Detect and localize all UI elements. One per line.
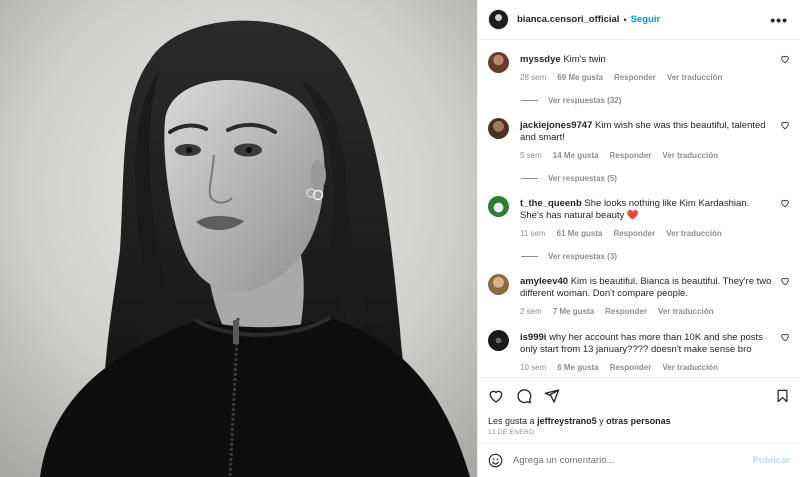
comment-input[interactable] (513, 455, 753, 466)
comment-item: is999i why her account has more than 10K… (488, 329, 790, 372)
comment-likes[interactable]: 14 Me gusta (553, 151, 599, 160)
add-comment-bar: Publicar (478, 443, 800, 477)
comment-time[interactable]: 2 sem (520, 307, 542, 316)
replies-line (521, 255, 538, 257)
comment-username[interactable]: is999i (520, 332, 546, 343)
portrait-image (0, 0, 477, 477)
view-replies-label: Ver respuestas (32) (548, 95, 622, 105)
liked-by-user[interactable]: jeffreystrano5 (537, 416, 597, 426)
comments-list[interactable]: myssdye Kim's twin 28 sem 69 Me gusta Re… (478, 40, 800, 377)
commenter-avatar[interactable] (488, 52, 509, 73)
comment-heart-icon[interactable] (780, 198, 790, 208)
comment-icon[interactable] (516, 388, 532, 404)
reply-button[interactable]: Responder (613, 229, 655, 238)
translate-button[interactable]: Ver traducción (667, 73, 723, 82)
comment-time[interactable]: 28 sem (520, 73, 546, 82)
post-header: bianca.censori_official • Seguir ••• (478, 0, 800, 40)
post-viewer: bianca.censori_official • Seguir ••• mys… (0, 0, 800, 477)
view-replies-button[interactable]: Ver respuestas (3) (521, 252, 790, 261)
likes-summary: Les gusta a jeffreystrano5 y otras perso… (488, 416, 790, 426)
header-separator: • (623, 14, 627, 25)
replies-line (521, 99, 538, 101)
bookmark-icon[interactable] (775, 388, 790, 404)
likes-conj: y (599, 416, 604, 426)
comment-likes[interactable]: 7 Me gusta (553, 307, 594, 316)
publish-button[interactable]: Publicar (753, 455, 791, 466)
replies-line (521, 177, 538, 179)
comment-time[interactable]: 10 sem (520, 363, 546, 372)
comment-text: Kim's twin (563, 54, 606, 65)
comment-item: jackiejones9747 Kim wish she was this be… (488, 117, 790, 160)
comment-item: t_the_queenb She looks nothing like Kim … (488, 195, 790, 238)
reply-button[interactable]: Responder (610, 363, 652, 372)
comment-time[interactable]: 5 sem (520, 151, 542, 160)
commenter-avatar[interactable] (488, 117, 509, 139)
commenter-avatar[interactable] (488, 273, 509, 295)
comment-likes[interactable]: 61 Me gusta (557, 229, 603, 238)
translate-button[interactable]: Ver traducción (658, 307, 714, 316)
commenter-avatar[interactable] (488, 195, 509, 217)
reply-button[interactable]: Responder (614, 73, 656, 82)
post-actions: Les gusta a jeffreystrano5 y otras perso… (478, 377, 800, 436)
author-avatar[interactable] (488, 9, 509, 30)
comment-item: myssdye Kim's twin 28 sem 69 Me gusta Re… (488, 52, 790, 82)
comment-heart-icon[interactable] (780, 120, 790, 130)
view-replies-button[interactable]: Ver respuestas (32) (521, 96, 790, 105)
heart-icon[interactable] (488, 388, 504, 404)
commenter-avatar[interactable] (488, 329, 509, 351)
comment-heart-icon[interactable] (780, 54, 790, 64)
author-username[interactable]: bianca.censori_official (517, 14, 619, 25)
comment-time[interactable]: 11 sem (520, 229, 546, 238)
others-link[interactable]: otras personas (606, 416, 671, 426)
translate-button[interactable]: Ver traducción (662, 363, 718, 372)
post-photo[interactable] (0, 0, 477, 477)
translate-button[interactable]: Ver traducción (666, 229, 722, 238)
more-icon[interactable]: ••• (770, 12, 788, 28)
view-replies-label: Ver respuestas (3) (548, 251, 617, 261)
translate-button[interactable]: Ver traducción (662, 151, 718, 160)
post-date[interactable]: 13 DE ENERO (488, 429, 790, 436)
comment-item: amyleev40 Kim is beautiful. Bianca is be… (488, 273, 790, 316)
share-icon[interactable] (544, 388, 560, 404)
likes-prefix: Les gusta a (488, 416, 535, 426)
comment-username[interactable]: jackiejones9747 (520, 120, 592, 131)
reply-button[interactable]: Responder (605, 307, 647, 316)
post-side-panel: bianca.censori_official • Seguir ••• mys… (477, 0, 800, 477)
comment-heart-icon[interactable] (780, 332, 790, 342)
comment-likes[interactable]: 69 Me gusta (557, 73, 603, 82)
reply-button[interactable]: Responder (610, 151, 652, 160)
comment-text: why her account has more than 10K and sh… (520, 331, 763, 356)
view-replies-button[interactable]: Ver respuestas (5) (521, 174, 790, 183)
comment-heart-icon[interactable] (780, 276, 790, 286)
comment-username[interactable]: amyleev40 (520, 276, 568, 287)
red-heart-emoji: ❤️ (626, 210, 639, 221)
comment-likes[interactable]: 6 Me gusta (557, 363, 598, 372)
view-replies-label: Ver respuestas (5) (548, 173, 617, 183)
follow-button[interactable]: Seguir (631, 14, 661, 25)
comment-username[interactable]: myssdye (520, 54, 561, 65)
emoji-icon[interactable] (488, 453, 503, 468)
comment-username[interactable]: t_the_queenb (520, 198, 582, 209)
